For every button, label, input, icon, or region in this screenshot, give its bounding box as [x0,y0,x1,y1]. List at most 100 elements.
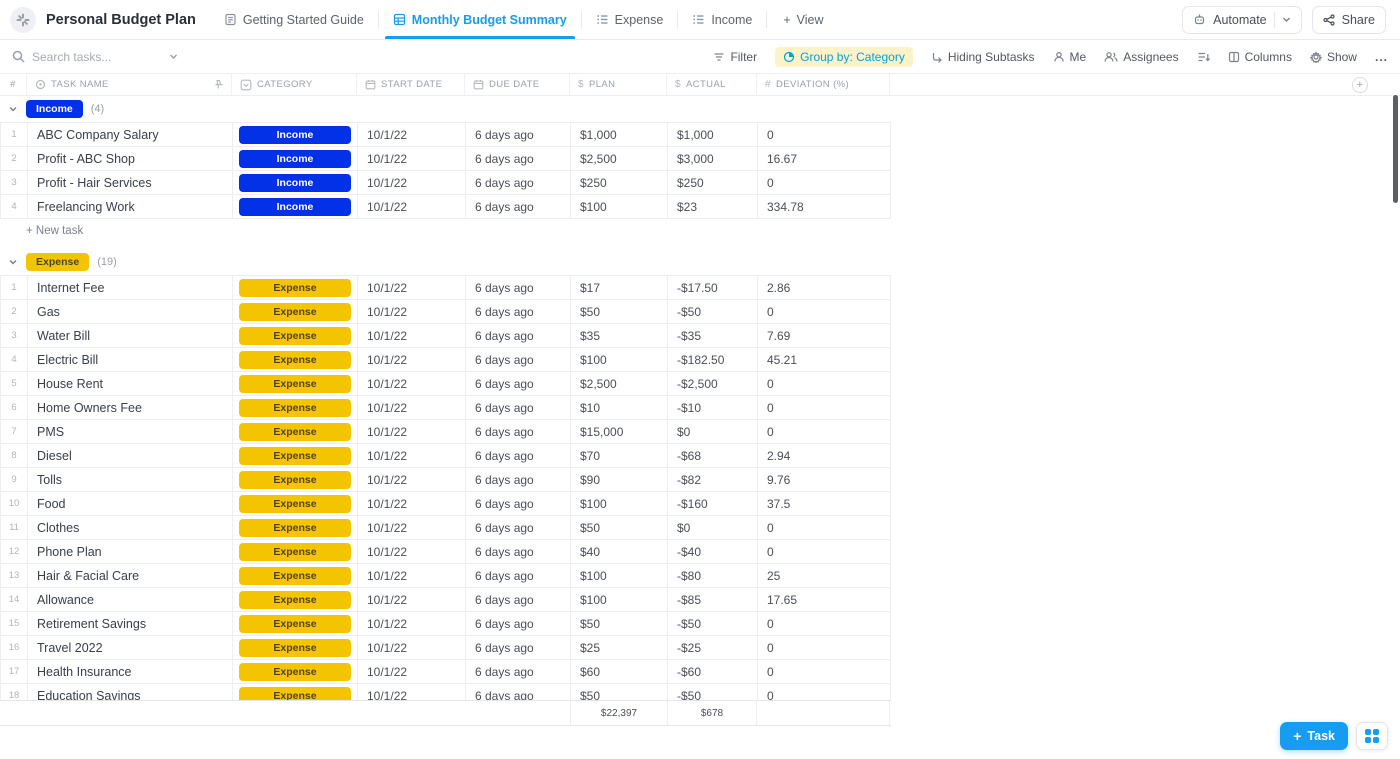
deviation-value[interactable]: 334.78 [758,195,891,218]
table-row[interactable]: 12 Phone Plan Expense 10/1/22 6 days ago… [1,540,890,564]
tab-expense[interactable]: Expense [582,0,678,39]
category-cell[interactable]: Expense [233,540,358,563]
category-cell[interactable]: Expense [233,396,358,419]
category-cell[interactable]: Income [233,195,358,218]
task-name[interactable]: Profit - ABC Shop [28,147,233,170]
plan-value[interactable]: $17 [571,276,668,299]
table-row[interactable]: 16 Travel 2022 Expense 10/1/22 6 days ag… [1,636,890,660]
actual-value[interactable]: -$50 [668,612,758,635]
me-filter-button[interactable]: Me [1053,50,1087,64]
plan-value[interactable]: $50 [571,300,668,323]
category-badge[interactable]: Income [239,150,351,168]
actual-value[interactable]: -$182.50 [668,348,758,371]
deviation-value[interactable]: 25 [758,564,891,587]
actual-value[interactable]: -$2,500 [668,372,758,395]
category-cell[interactable]: Expense [233,564,358,587]
deviation-value[interactable]: 17.65 [758,588,891,611]
task-name[interactable]: Education Savings [28,684,233,700]
table-row[interactable]: 14 Allowance Expense 10/1/22 6 days ago … [1,588,890,612]
table-row[interactable]: 13 Hair & Facial Care Expense 10/1/22 6 … [1,564,890,588]
due-date[interactable]: 6 days ago [466,660,571,683]
actual-value[interactable]: $1,000 [668,123,758,146]
task-name[interactable]: Hair & Facial Care [28,564,233,587]
due-date[interactable]: 6 days ago [466,396,571,419]
task-name[interactable]: Profit - Hair Services [28,171,233,194]
due-date[interactable]: 6 days ago [466,276,571,299]
category-badge[interactable]: Expense [239,615,351,633]
task-name[interactable]: Internet Fee [28,276,233,299]
plan-value[interactable]: $10 [571,396,668,419]
deviation-value[interactable]: 0 [758,684,891,700]
table-row[interactable]: 6 Home Owners Fee Expense 10/1/22 6 days… [1,396,890,420]
start-date[interactable]: 10/1/22 [358,195,466,218]
plan-value[interactable]: $2,500 [571,372,668,395]
category-cell[interactable]: Expense [233,588,358,611]
actual-value[interactable]: $0 [668,420,758,443]
sort-button[interactable] [1197,51,1210,63]
category-badge[interactable]: Expense [239,543,351,561]
start-date[interactable]: 10/1/22 [358,147,466,170]
category-cell[interactable]: Expense [233,348,358,371]
category-badge[interactable]: Expense [239,351,351,369]
task-name[interactable]: Freelancing Work [28,195,233,218]
deviation-value[interactable]: 0 [758,300,891,323]
category-badge[interactable]: Expense [239,567,351,585]
category-badge[interactable]: Income [239,198,351,216]
due-date[interactable]: 6 days ago [466,636,571,659]
group-badge[interactable]: Income [26,100,83,118]
deviation-value[interactable]: 7.69 [758,324,891,347]
start-date[interactable]: 10/1/22 [358,420,466,443]
category-cell[interactable]: Expense [233,684,358,700]
due-date[interactable]: 6 days ago [466,147,571,170]
category-badge[interactable]: Expense [239,447,351,465]
due-date[interactable]: 6 days ago [466,468,571,491]
due-date[interactable]: 6 days ago [466,348,571,371]
column-header-task-name[interactable]: TASK NAME [27,74,232,95]
task-name[interactable]: Allowance [28,588,233,611]
plan-value[interactable]: $25 [571,636,668,659]
deviation-value[interactable]: 0 [758,612,891,635]
category-cell[interactable]: Expense [233,324,358,347]
group-by-button[interactable]: Group by: Category [775,47,913,67]
due-date[interactable]: 6 days ago [466,588,571,611]
due-date[interactable]: 6 days ago [466,171,571,194]
start-date[interactable]: 10/1/22 [358,684,466,700]
table-row[interactable]: 2 Profit - ABC Shop Income 10/1/22 6 day… [1,147,890,171]
column-header-actual[interactable]: $ ACTUAL [667,74,757,95]
table-row[interactable]: 3 Profit - Hair Services Income 10/1/22 … [1,171,890,195]
chevron-down-icon[interactable] [8,104,18,114]
due-date[interactable]: 6 days ago [466,516,571,539]
actual-value[interactable]: -$60 [668,660,758,683]
deviation-value[interactable]: 0 [758,372,891,395]
start-date[interactable]: 10/1/22 [358,468,466,491]
table-row[interactable]: 1 Internet Fee Expense 10/1/22 6 days ag… [1,276,890,300]
start-date[interactable]: 10/1/22 [358,660,466,683]
category-cell[interactable]: Expense [233,300,358,323]
category-cell[interactable]: Expense [233,516,358,539]
actual-value[interactable]: -$25 [668,636,758,659]
deviation-value[interactable]: 0 [758,420,891,443]
task-name[interactable]: Retirement Savings [28,612,233,635]
plan-value[interactable]: $50 [571,684,668,700]
task-name[interactable]: Clothes [28,516,233,539]
table-row[interactable]: 4 Freelancing Work Income 10/1/22 6 days… [1,195,890,219]
column-header-due-date[interactable]: DUE DATE [465,74,570,95]
actual-value[interactable]: -$17.50 [668,276,758,299]
category-cell[interactable]: Income [233,147,358,170]
deviation-value[interactable]: 0 [758,516,891,539]
table-row[interactable]: 2 Gas Expense 10/1/22 6 days ago $50 -$5… [1,300,890,324]
start-date[interactable]: 10/1/22 [358,564,466,587]
actual-value[interactable]: -$160 [668,492,758,515]
due-date[interactable]: 6 days ago [466,492,571,515]
task-name[interactable]: Diesel [28,444,233,467]
due-date[interactable]: 6 days ago [466,372,571,395]
table-row[interactable]: 9 Tolls Expense 10/1/22 6 days ago $90 -… [1,468,890,492]
start-date[interactable]: 10/1/22 [358,492,466,515]
plan-value[interactable]: $2,500 [571,147,668,170]
category-cell[interactable]: Expense [233,636,358,659]
column-header-category[interactable]: CATEGORY [232,74,357,95]
filter-button[interactable]: Filter [713,50,757,64]
category-cell[interactable]: Expense [233,276,358,299]
due-date[interactable]: 6 days ago [466,540,571,563]
due-date[interactable]: 6 days ago [466,420,571,443]
